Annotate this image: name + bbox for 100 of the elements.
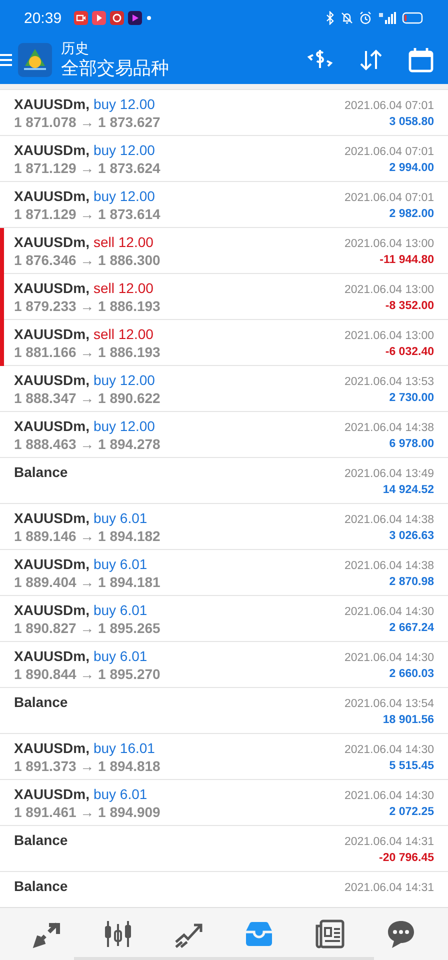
history-row[interactable]: XAUUSDm, sell 12.00 1 879.233 → 1 886.193 2021.06.04 13:00 -8 352.00 bbox=[0, 274, 448, 320]
deal-type: buy 16.01 bbox=[93, 740, 155, 756]
history-row[interactable]: Balance 2021.06.04 14:31 -20 796.45 bbox=[0, 826, 448, 872]
profit-amount: 14 924.52 bbox=[382, 483, 434, 498]
price-range: 1 891.461 → 1 894.909 bbox=[14, 803, 160, 821]
price-range: 1 879.233 → 1 886.193 bbox=[14, 297, 160, 315]
history-row[interactable]: XAUUSDm, buy 16.01 1 891.373 → 1 894.818 2021.06.04 14:30 5 515.45 bbox=[0, 734, 448, 780]
deal-type: sell 12.00 bbox=[93, 326, 154, 342]
history-row[interactable]: XAUUSDm, buy 6.01 1 890.844 → 1 895.270 2021.06.04 14:30 2 660.03 bbox=[0, 642, 448, 688]
deal-type: sell 12.00 bbox=[93, 234, 154, 250]
deal-time: 2021.06.04 13:53 bbox=[344, 375, 434, 390]
calendar-icon[interactable] bbox=[408, 47, 434, 73]
price-range: 1 881.166 → 1 886.193 bbox=[14, 343, 160, 361]
media-app-icon bbox=[128, 11, 142, 25]
price-range: 1 889.404 → 1 894.181 bbox=[14, 573, 160, 591]
bluetooth-icon bbox=[325, 11, 335, 25]
price-range: 1 871.129 → 1 873.624 bbox=[14, 159, 160, 177]
symbol-name: XAUUSDm, bbox=[14, 740, 90, 756]
deal-time: 2021.06.04 14:30 bbox=[344, 789, 434, 804]
symbol-name: XAUUSDm, bbox=[14, 556, 90, 572]
deal-time: 2021.06.04 13:00 bbox=[344, 329, 434, 344]
history-row[interactable]: XAUUSDm, sell 12.00 1 881.166 → 1 886.193 2021.06.04 13:00 -6 032.40 bbox=[0, 320, 448, 366]
profit-amount: -20 796.45 bbox=[379, 851, 434, 866]
deal-type: buy 12.00 bbox=[93, 418, 155, 434]
clock-time: 20:39 bbox=[24, 10, 62, 26]
profit-amount: 6 978.00 bbox=[389, 437, 434, 452]
history-row[interactable]: XAUUSDm, buy 12.00 1 888.347 → 1 890.622 2021.06.04 13:53 2 730.00 bbox=[0, 366, 448, 412]
symbol-name: XAUUSDm, bbox=[14, 510, 90, 526]
balance-label: Balance bbox=[14, 694, 68, 710]
price-range: 1 890.844 → 1 895.270 bbox=[14, 665, 160, 683]
price-range: 1 889.146 → 1 894.182 bbox=[14, 527, 160, 545]
symbol-name: XAUUSDm, bbox=[14, 280, 90, 296]
history-row[interactable]: XAUUSDm, buy 12.00 1 871.129 → 1 873.624 2021.06.04 07:01 2 994.00 bbox=[0, 136, 448, 182]
balance-label: Balance bbox=[14, 464, 68, 480]
price-range: 1 871.078 → 1 873.627 bbox=[14, 113, 160, 131]
history-row[interactable]: XAUUSDm, buy 6.01 1 889.146 → 1 894.182 2021.06.04 14:38 3 026.63 bbox=[0, 504, 448, 550]
deal-time: 2021.06.04 14:30 bbox=[344, 743, 434, 758]
deal-time: 2021.06.04 14:38 bbox=[344, 559, 434, 574]
deal-type: buy 6.01 bbox=[93, 602, 148, 618]
history-row[interactable]: XAUUSDm, sell 12.00 1 876.346 → 1 886.300 2021.06.04 13:00 -11 944.80 bbox=[0, 228, 448, 274]
deal-type: buy 6.01 bbox=[93, 648, 148, 664]
alarm-icon bbox=[359, 11, 372, 25]
history-row[interactable]: XAUUSDm, buy 6.01 1 890.827 → 1 895.265 2021.06.04 14:30 2 667.24 bbox=[0, 596, 448, 642]
deal-time: 2021.06.04 13:00 bbox=[344, 283, 434, 298]
profit-amount: -8 352.00 bbox=[385, 299, 434, 314]
profit-amount: 2 072.25 bbox=[389, 805, 434, 820]
profit-amount: 2 730.00 bbox=[389, 391, 434, 406]
price-range: 1 871.129 → 1 873.614 bbox=[14, 205, 160, 223]
muted-bell-icon bbox=[341, 11, 353, 25]
history-row[interactable]: XAUUSDm, buy 12.00 1 871.129 → 1 873.614 2021.06.04 07:01 2 982.00 bbox=[0, 182, 448, 228]
deal-type: buy 12.00 bbox=[93, 188, 155, 204]
deal-time: 2021.06.04 14:30 bbox=[344, 651, 434, 666]
sort-icon[interactable] bbox=[358, 48, 384, 72]
deal-time: 2021.06.04 14:30 bbox=[344, 605, 434, 620]
profit-amount: 5 515.45 bbox=[389, 759, 434, 774]
history-row[interactable]: XAUUSDm, buy 6.01 1 891.461 → 1 894.909 2021.06.04 14:30 2 072.25 bbox=[0, 780, 448, 826]
symbol-name: XAUUSDm, bbox=[14, 418, 90, 434]
history-row[interactable]: XAUUSDm, buy 6.01 1 889.404 → 1 894.181 2021.06.04 14:38 2 870.98 bbox=[0, 550, 448, 596]
profit-amount: 2 982.00 bbox=[389, 207, 434, 222]
deal-time: 2021.06.04 14:31 bbox=[344, 881, 434, 896]
price-range: 1 888.463 → 1 894.278 bbox=[14, 435, 160, 453]
price-range: 1 890.827 → 1 895.265 bbox=[14, 619, 160, 637]
play-app-icon bbox=[92, 11, 106, 25]
symbol-name: XAUUSDm, bbox=[14, 326, 90, 342]
deal-time: 2021.06.04 07:01 bbox=[344, 99, 434, 114]
deal-time: 2021.06.04 14:31 bbox=[344, 835, 434, 850]
deal-type: buy 12.00 bbox=[93, 96, 155, 112]
video-app-icon bbox=[74, 11, 88, 25]
history-row[interactable]: XAUUSDm, buy 12.00 1 888.463 → 1 894.278 2021.06.04 14:38 6 978.00 bbox=[0, 412, 448, 458]
deal-type: sell 12.00 bbox=[93, 280, 154, 296]
symbol-name: XAUUSDm, bbox=[14, 234, 90, 250]
history-row[interactable]: Balance 2021.06.04 13:54 18 901.56 bbox=[0, 688, 448, 734]
history-row[interactable]: Balance 2021.06.04 13:49 14 924.52 bbox=[0, 458, 448, 504]
price-range: 1 876.346 → 1 886.300 bbox=[14, 251, 160, 269]
profit-amount: -6 032.40 bbox=[385, 345, 434, 360]
deal-type: buy 12.00 bbox=[93, 372, 155, 388]
deal-time: 2021.06.04 07:01 bbox=[344, 145, 434, 160]
screen-title: 历史 bbox=[61, 40, 90, 56]
app-logo-icon bbox=[18, 43, 52, 77]
symbol-name: XAUUSDm, bbox=[14, 142, 90, 158]
symbol-name: XAUUSDm, bbox=[14, 96, 90, 112]
price-range: 1 888.347 → 1 890.622 bbox=[14, 389, 160, 407]
symbol-name: XAUUSDm, bbox=[14, 372, 90, 388]
deal-type: buy 6.01 bbox=[93, 510, 148, 526]
battery-icon bbox=[402, 12, 424, 24]
history-row[interactable]: XAUUSDm, buy 12.00 1 871.078 → 1 873.627 2021.06.04 07:01 3 058.80 bbox=[0, 90, 448, 136]
symbol-name: XAUUSDm, bbox=[14, 648, 90, 664]
profit-amount: 2 660.03 bbox=[389, 667, 434, 682]
deal-time: 2021.06.04 14:38 bbox=[344, 421, 434, 436]
price-range: 1 891.373 → 1 894.818 bbox=[14, 757, 160, 775]
symbol-filter[interactable]: 全部交易品种 bbox=[61, 56, 169, 80]
deal-time: 2021.06.04 13:00 bbox=[344, 237, 434, 252]
deal-type: buy 6.01 bbox=[93, 556, 148, 572]
symbol-name: XAUUSDm, bbox=[14, 188, 90, 204]
deal-time: 2021.06.04 14:38 bbox=[344, 513, 434, 528]
profit-amount: 2 994.00 bbox=[389, 161, 434, 176]
balance-label: Balance bbox=[14, 832, 68, 848]
deal-type: buy 12.00 bbox=[93, 142, 155, 158]
deal-type: buy 6.01 bbox=[93, 786, 148, 802]
menu-icon[interactable] bbox=[0, 53, 12, 67]
